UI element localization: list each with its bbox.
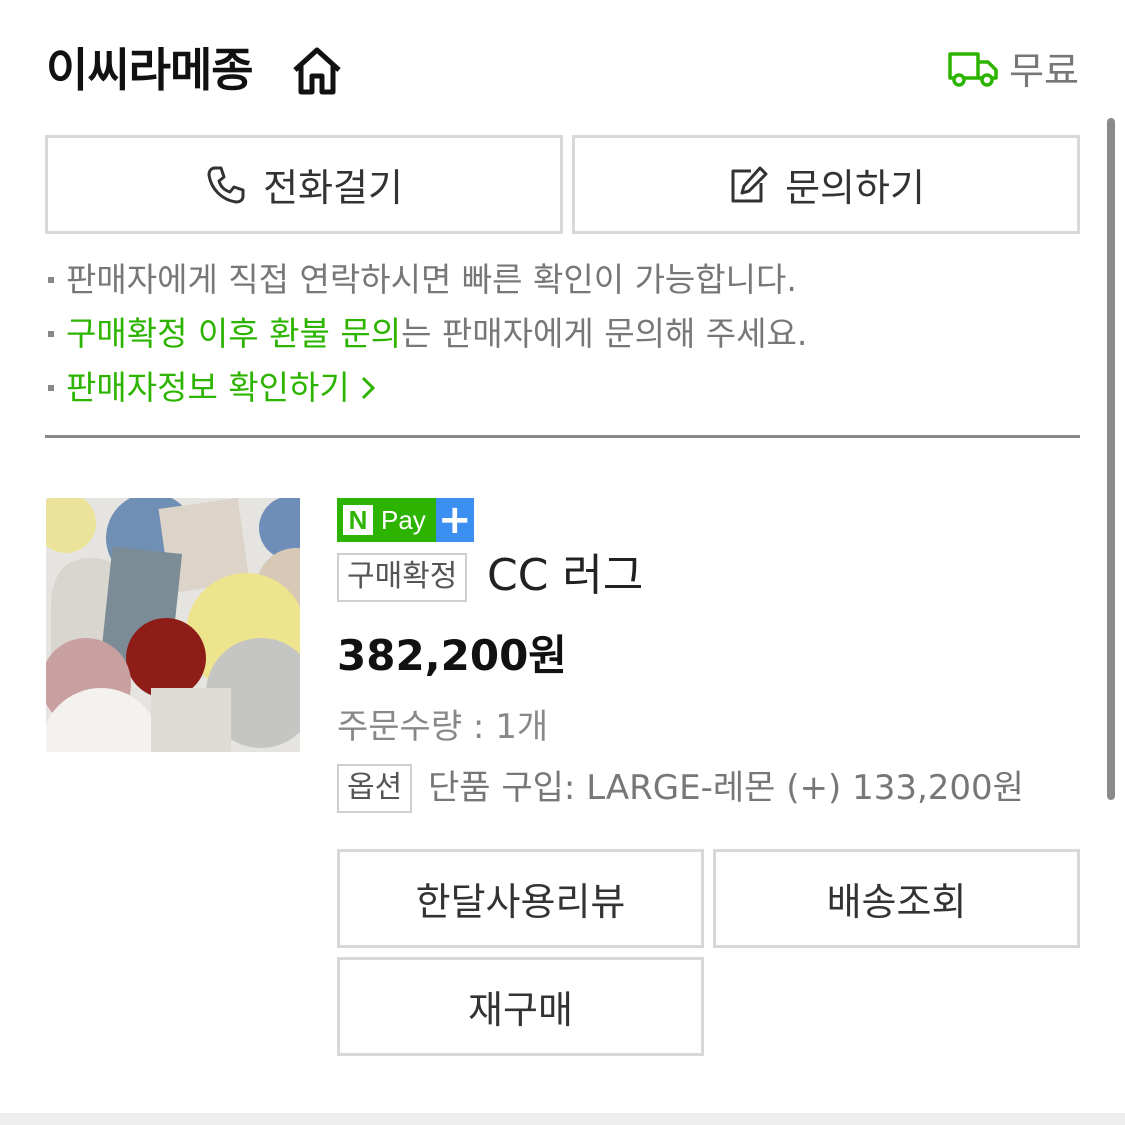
monthly-review-button[interactable]: 한달사용리뷰 <box>337 849 704 948</box>
product-thumbnail[interactable] <box>46 498 300 752</box>
refund-inquiry-highlight: 구매확정 이후 환불 문의 <box>66 314 402 353</box>
phone-icon <box>207 166 245 203</box>
chevron-right-icon <box>362 376 376 399</box>
product-name[interactable]: CC 러그 <box>487 548 643 604</box>
order-status-badge: 구매확정 <box>337 553 468 602</box>
bullet <box>48 384 54 391</box>
npay-logo: N Pay <box>337 498 436 542</box>
notice-text: 판매자에게 직접 연락하시면 빠른 확인이 가능합니다. <box>66 260 797 299</box>
order-quantity: 주문수량 : 1개 <box>337 707 549 747</box>
npay-text: Pay <box>381 504 426 535</box>
bullet <box>48 330 54 337</box>
monthly-review-label: 한달사용리뷰 <box>415 880 626 924</box>
plus-icon: + <box>435 498 474 542</box>
notice-text: 는 판매자에게 문의해 주세요. <box>401 314 808 353</box>
inquiry-button-label: 문의하기 <box>785 166 925 210</box>
rebuy-label: 재구매 <box>468 988 573 1032</box>
seller-info-link[interactable]: 판매자정보 확인하기 <box>48 368 376 408</box>
product-price: 382,200원 <box>337 631 567 680</box>
scrollbar[interactable] <box>1107 118 1115 800</box>
delivery-truck-icon <box>948 51 998 87</box>
option-badge: 옵션 <box>337 764 413 813</box>
notice-line: 판매자에게 직접 연락하시면 빠른 확인이 가능합니다. <box>48 260 797 300</box>
shipping-fee-label: 무료 <box>1009 49 1079 93</box>
notice-line: 구매확정 이후 환불 문의는 판매자에게 문의해 주세요. <box>48 314 807 354</box>
section-separator <box>0 1113 1125 1125</box>
rebuy-button[interactable]: 재구매 <box>337 957 704 1056</box>
shipping-info: 무료 <box>947 40 1079 95</box>
divider <box>45 435 1080 438</box>
call-button[interactable]: 전화걸기 <box>45 135 563 234</box>
home-icon[interactable] <box>290 44 344 98</box>
inquiry-button[interactable]: 문의하기 <box>572 135 1080 234</box>
call-button-label: 전화걸기 <box>263 166 403 210</box>
track-delivery-label: 배송조회 <box>826 880 967 924</box>
seller-info-label: 판매자정보 확인하기 <box>66 368 350 407</box>
track-delivery-button[interactable]: 배송조회 <box>713 849 1080 948</box>
option-text: 단품 구입: LARGE-레몬 (+) 133,200원 <box>428 768 1024 808</box>
npay-plus-badge: N Pay + <box>337 498 474 542</box>
edit-icon <box>731 166 768 202</box>
bullet <box>48 276 54 283</box>
store-name[interactable]: 이씨라메종 <box>46 38 254 102</box>
naver-n-icon: N <box>343 505 373 535</box>
